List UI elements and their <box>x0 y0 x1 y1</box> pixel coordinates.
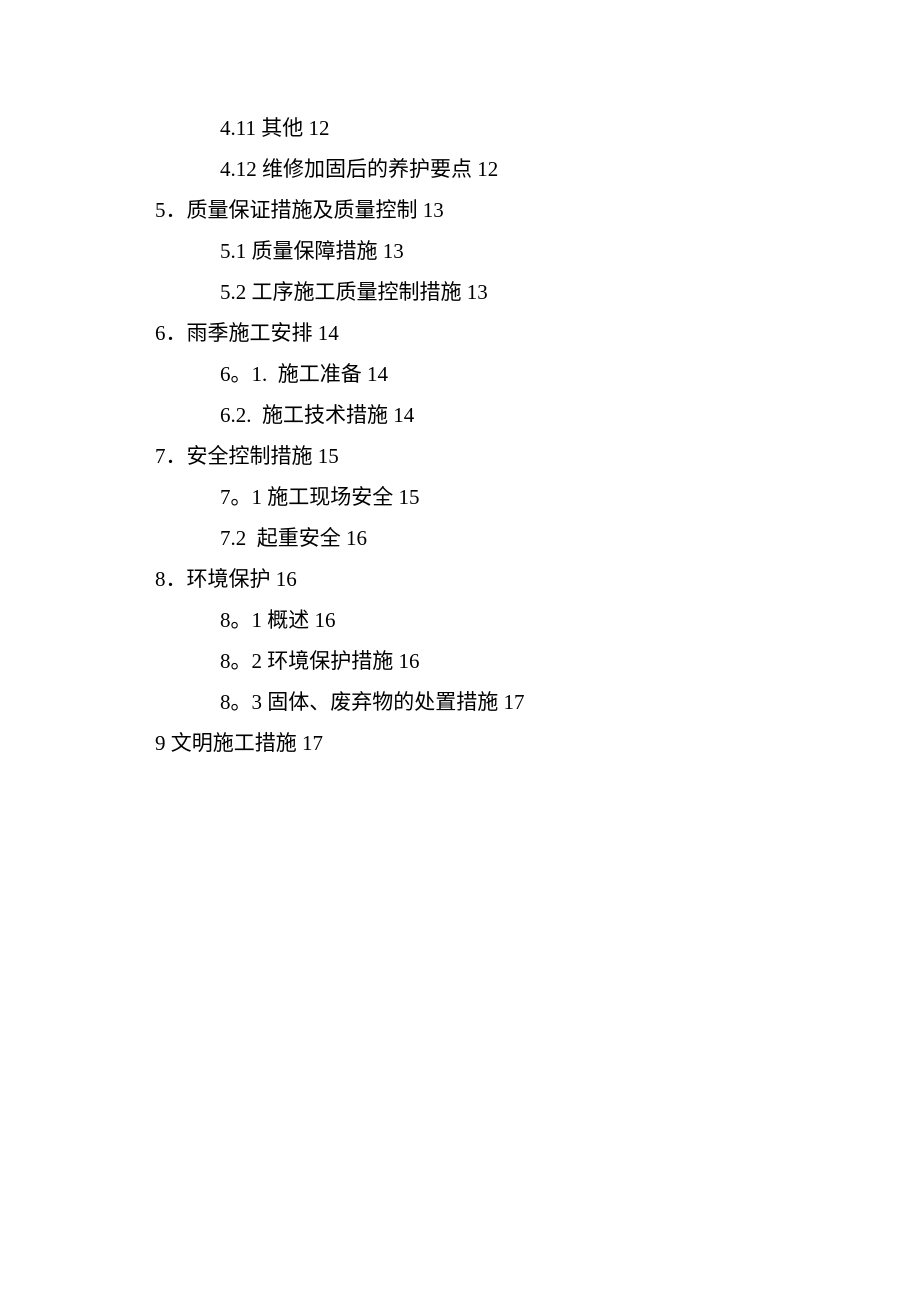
toc-entry: 9 文明施工措施 17 <box>155 723 820 764</box>
toc-entry: 7．安全控制措施 15 <box>155 436 820 477</box>
toc-entry: 5．质量保证措施及质量控制 13 <box>155 190 820 231</box>
toc-entry: 8。2 环境保护措施 16 <box>155 641 820 682</box>
table-of-contents: 4.11 其他 12 4.12 维修加固后的养护要点 12 5．质量保证措施及质… <box>155 108 820 764</box>
toc-entry: 4.12 维修加固后的养护要点 12 <box>155 149 820 190</box>
toc-entry: 5.1 质量保障措施 13 <box>155 231 820 272</box>
toc-entry: 4.11 其他 12 <box>155 108 820 149</box>
toc-entry: 7.2 起重安全 16 <box>155 518 820 559</box>
toc-entry: 8。1 概述 16 <box>155 600 820 641</box>
toc-entry: 8。3 固体、废弃物的处置措施 17 <box>155 682 820 723</box>
toc-entry: 6.2. 施工技术措施 14 <box>155 395 820 436</box>
toc-entry: 5.2 工序施工质量控制措施 13 <box>155 272 820 313</box>
toc-entry: 8．环境保护 16 <box>155 559 820 600</box>
toc-entry: 6．雨季施工安排 14 <box>155 313 820 354</box>
toc-entry: 6。1. 施工准备 14 <box>155 354 820 395</box>
toc-entry: 7。1 施工现场安全 15 <box>155 477 820 518</box>
